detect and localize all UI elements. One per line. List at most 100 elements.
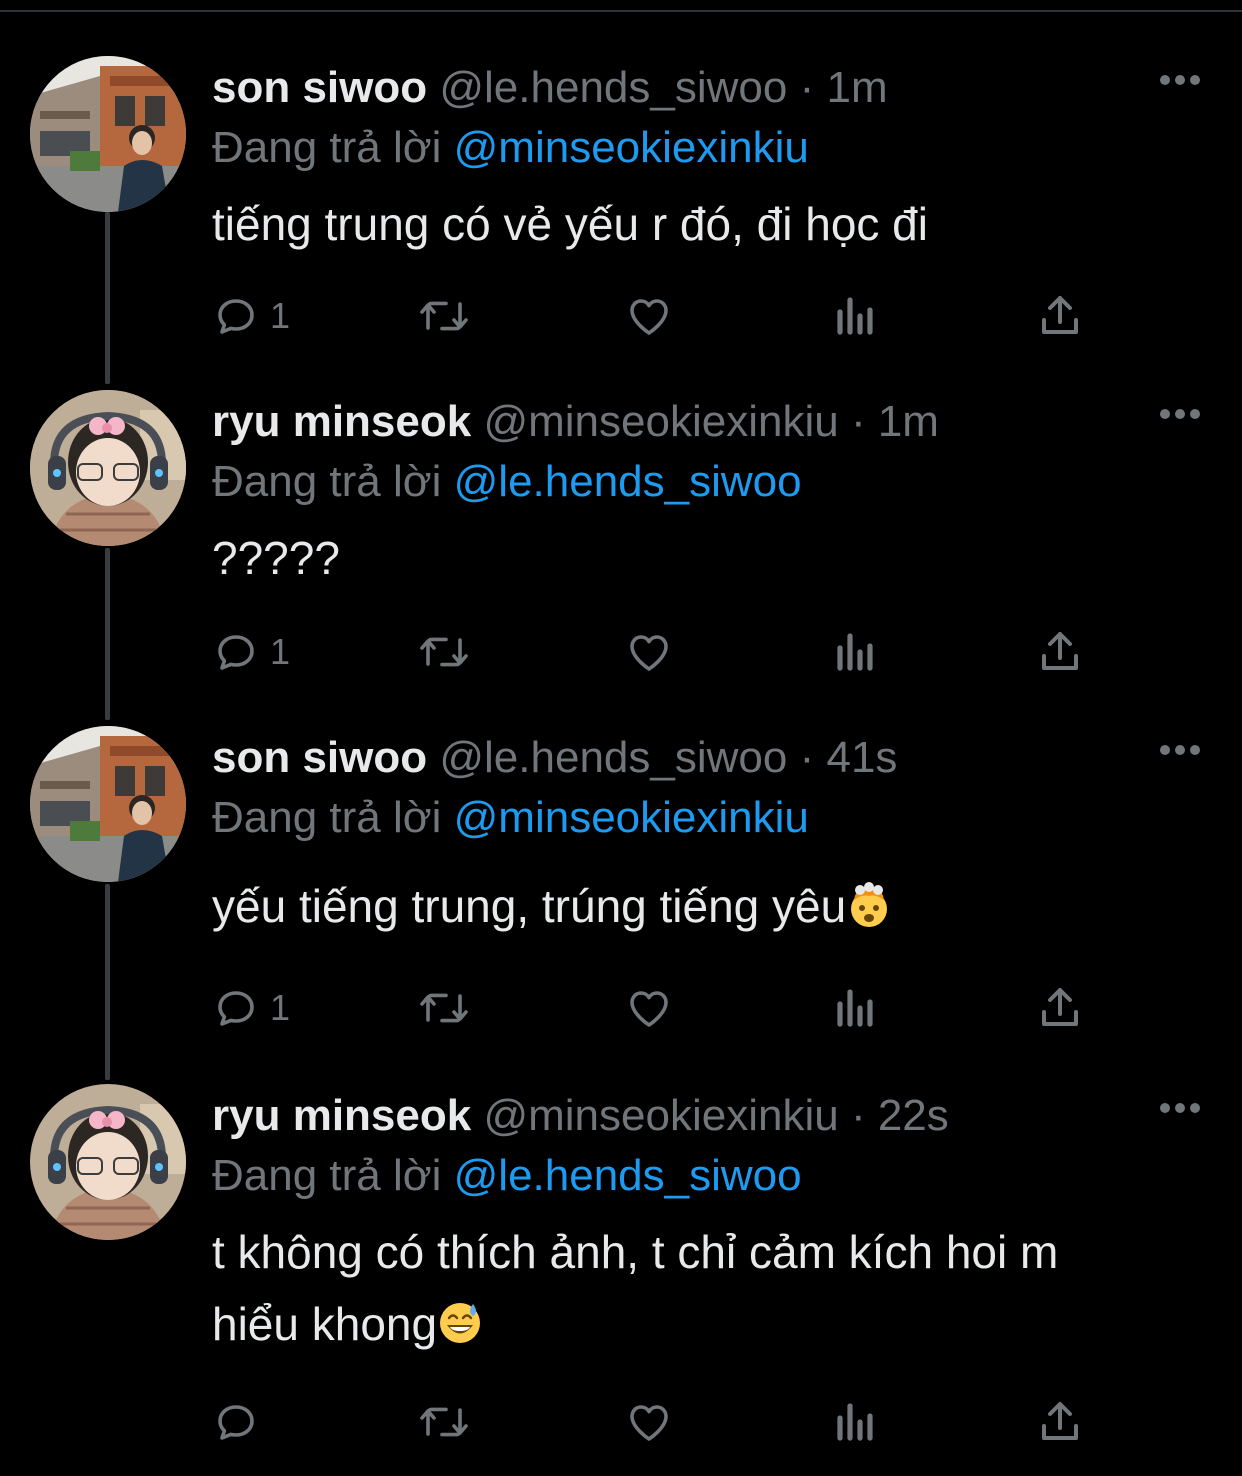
tweet-actions — [212, 1396, 1092, 1448]
like-icon — [630, 635, 668, 671]
views-button[interactable] — [834, 982, 878, 1034]
display-name[interactable]: ryu minseok — [212, 1091, 471, 1140]
avatar[interactable] — [30, 726, 186, 882]
replying-to-handle[interactable]: @minseokiexinkiu — [454, 123, 809, 172]
share-icon — [1042, 296, 1078, 334]
reply-button[interactable]: 1 — [212, 982, 290, 1034]
share-button[interactable] — [1038, 982, 1082, 1034]
photo-avatar-headset-icon — [30, 1084, 186, 1240]
tweet-text: yếu tiếng trung, trúng tiếng yêu — [212, 870, 1202, 942]
tweet-actions: 1 — [212, 290, 1092, 342]
tweet-header: ryu minseok @minseokiexinkiu · 22s — [212, 1088, 949, 1144]
reply-button[interactable]: 1 — [212, 290, 290, 342]
replying-to: Đang trả lời @le.hends_siwoo — [212, 454, 802, 510]
tweet-text-line: hiểu khong — [212, 1288, 1202, 1360]
like-button[interactable] — [624, 290, 674, 342]
thread-connector — [105, 884, 110, 1080]
grinning-sweat-emoji-icon — [440, 1303, 481, 1343]
tweet-header: son siwoo @le.hends_siwoo · 41s — [212, 730, 897, 786]
tweet-text-content: hiểu khong — [212, 1298, 438, 1350]
views-button[interactable] — [834, 626, 878, 678]
share-button[interactable] — [1038, 1396, 1082, 1448]
like-button[interactable] — [624, 982, 674, 1034]
display-name[interactable]: son siwoo — [212, 63, 427, 112]
tweet-text: t không có thích ảnh, t chỉ cảm kích hoi… — [212, 1216, 1202, 1360]
retweet-icon — [420, 1407, 468, 1437]
photo-avatar-street-icon — [30, 726, 186, 882]
user-handle[interactable]: @minseokiexinkiu — [483, 1091, 838, 1140]
like-button[interactable] — [624, 626, 674, 678]
share-button[interactable] — [1038, 290, 1082, 342]
avatar[interactable] — [30, 1084, 186, 1240]
retweet-button[interactable] — [416, 290, 472, 342]
views-button[interactable] — [834, 290, 878, 342]
views-icon — [837, 633, 873, 671]
separator-dot: · — [799, 733, 815, 782]
timestamp[interactable]: 1m — [826, 63, 887, 112]
replying-to-label: Đang trả lời — [212, 793, 442, 842]
exploding-head-emoji-icon — [851, 882, 888, 927]
more-options-icon[interactable] — [1158, 1098, 1202, 1118]
tweet-header: ryu minseok @minseokiexinkiu · 1m — [212, 394, 939, 450]
user-handle[interactable]: @minseokiexinkiu — [483, 397, 838, 446]
share-icon — [1042, 632, 1078, 670]
retweet-icon — [420, 993, 468, 1023]
photo-avatar-street-icon — [30, 56, 186, 212]
photo-avatar-headset-icon — [30, 390, 186, 546]
views-icon — [837, 989, 873, 1027]
reply-count: 1 — [270, 987, 291, 1028]
replying-to-label: Đang trả lời — [212, 123, 442, 172]
timestamp[interactable]: 1m — [878, 397, 939, 446]
retweet-button[interactable] — [416, 626, 472, 678]
avatar[interactable] — [30, 56, 186, 212]
avatar[interactable] — [30, 390, 186, 546]
tweet-text-content: ????? — [212, 532, 340, 584]
display-name[interactable]: son siwoo — [212, 733, 427, 782]
views-icon — [837, 297, 873, 335]
top-divider — [0, 10, 1242, 12]
retweet-button[interactable] — [416, 1396, 472, 1448]
replying-to: Đang trả lời @le.hends_siwoo — [212, 1148, 802, 1204]
reply-button[interactable] — [212, 1396, 270, 1448]
retweet-button[interactable] — [416, 982, 472, 1034]
more-options-icon[interactable] — [1158, 740, 1202, 760]
views-icon — [837, 1403, 873, 1441]
views-button[interactable] — [834, 1396, 878, 1448]
reply-icon — [218, 299, 254, 334]
tweet-actions: 1 — [212, 626, 1092, 678]
like-icon — [630, 991, 668, 1027]
retweet-icon — [420, 637, 468, 667]
display-name[interactable]: ryu minseok — [212, 397, 471, 446]
timestamp[interactable]: 22s — [878, 1091, 949, 1140]
timestamp[interactable]: 41s — [826, 733, 897, 782]
replying-to: Đang trả lời @minseokiexinkiu — [212, 790, 809, 846]
tweet-text-content: yếu tiếng trung, trúng tiếng yêu — [212, 880, 847, 932]
replying-to-handle[interactable]: @le.hends_siwoo — [454, 1151, 802, 1200]
separator-dot: · — [850, 397, 866, 446]
share-icon — [1042, 1402, 1078, 1440]
replying-to-handle[interactable]: @le.hends_siwoo — [454, 457, 802, 506]
more-options-icon[interactable] — [1158, 70, 1202, 90]
more-options-icon[interactable] — [1158, 404, 1202, 424]
thread-connector — [105, 212, 110, 384]
user-handle[interactable]: @le.hends_siwoo — [439, 63, 787, 112]
tweet-header: son siwoo @le.hends_siwoo · 1m — [212, 60, 888, 116]
share-icon — [1042, 988, 1078, 1026]
replying-to: Đang trả lời @minseokiexinkiu — [212, 120, 809, 176]
reply-button[interactable]: 1 — [212, 626, 290, 678]
replying-to-handle[interactable]: @minseokiexinkiu — [454, 793, 809, 842]
tweet-actions: 1 — [212, 982, 1092, 1034]
tweet-text: ????? — [212, 522, 1202, 594]
tweet-text: tiếng trung có vẻ yếu r đó, đi học đi — [212, 188, 1202, 260]
thread-connector — [105, 548, 110, 720]
retweet-icon — [420, 301, 468, 331]
share-button[interactable] — [1038, 626, 1082, 678]
user-handle[interactable]: @le.hends_siwoo — [439, 733, 787, 782]
reply-icon — [218, 635, 254, 670]
replying-to-label: Đang trả lời — [212, 457, 442, 506]
separator-dot: · — [850, 1091, 866, 1140]
like-button[interactable] — [624, 1396, 674, 1448]
replying-to-label: Đang trả lời — [212, 1151, 442, 1200]
tweet-text-content: tiếng trung có vẻ yếu r đó, đi học đi — [212, 198, 928, 250]
reply-count: 1 — [270, 631, 291, 672]
